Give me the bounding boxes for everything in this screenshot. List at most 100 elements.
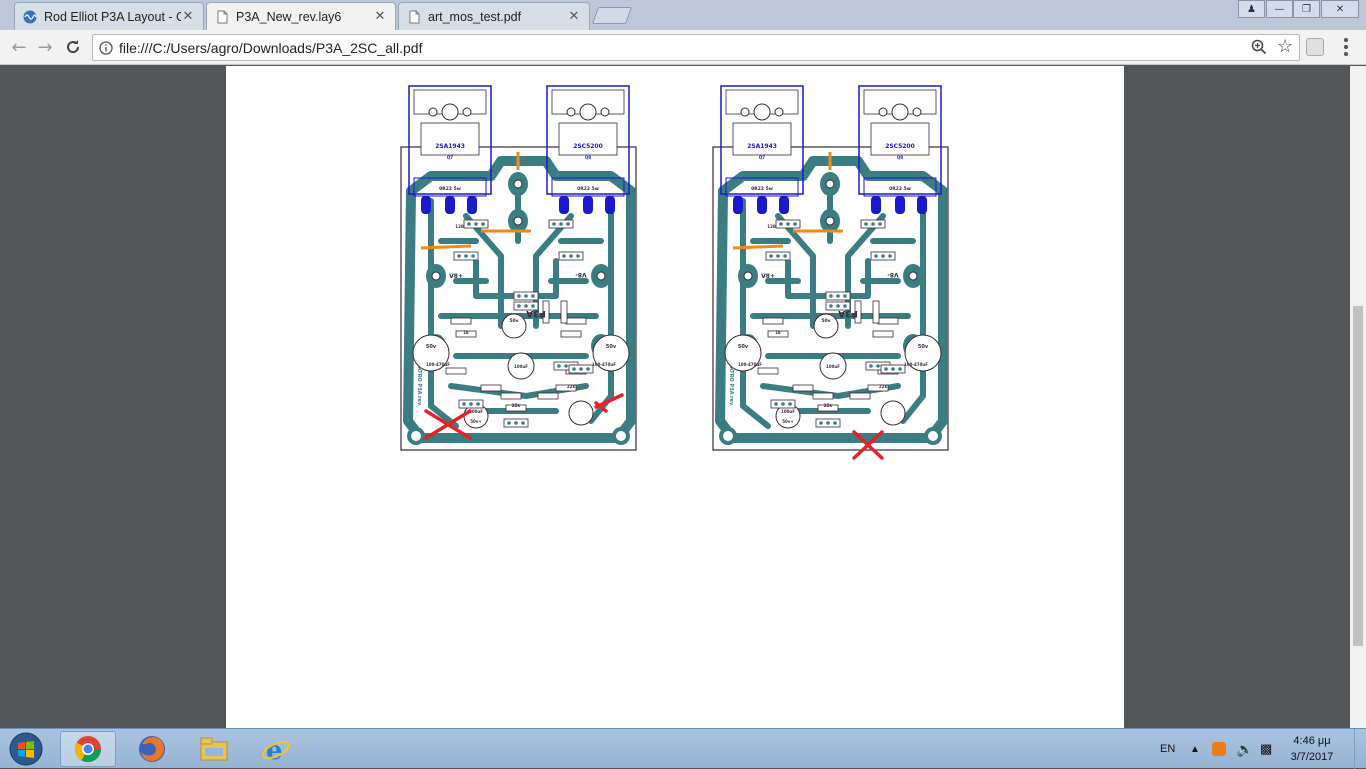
restore-button[interactable]: ❐ [1293, 0, 1320, 18]
tab-strip: Rod Elliot P3A Layout - C ✕ P3A_New_rev.… [0, 0, 1366, 30]
component-pin [586, 367, 590, 371]
document-icon [217, 10, 228, 23]
volume-icon[interactable]: 🔈 [1236, 729, 1253, 769]
close-icon[interactable]: ✕ [373, 9, 387, 24]
component-pin [576, 254, 580, 258]
transistor-hole [428, 107, 438, 117]
info-icon[interactable] [93, 40, 119, 55]
bookmark-star-icon[interactable]: ☆ [1277, 36, 1293, 57]
transistor-hole [774, 107, 784, 117]
start-button[interactable] [0, 731, 52, 767]
component-pin [869, 364, 873, 368]
component-pin [566, 222, 570, 226]
vertical-scrollbar[interactable] [1350, 66, 1366, 728]
capacitor-label: 100uF [826, 364, 840, 369]
close-icon[interactable]: ✕ [181, 9, 195, 24]
capacitor-label: 100-470uF [738, 362, 762, 367]
component-pin [579, 367, 583, 371]
url-text: file:///C:/Users/agro/Downloads/P3A_2SC_… [119, 39, 423, 56]
clock-date: 3/7/2017 [1290, 751, 1334, 763]
transistor-mount-hole [891, 103, 909, 121]
reload-icon[interactable] [62, 36, 84, 58]
resistor [565, 317, 587, 325]
clock-time: 4:46 μμ [1293, 735, 1331, 747]
component-pin [457, 254, 461, 258]
internet-explorer-taskbar-icon[interactable]: e [248, 731, 304, 767]
component-pin [507, 421, 511, 425]
user-icon[interactable]: ♟ [1238, 0, 1265, 18]
capacitor-label: 50v [509, 318, 518, 324]
tab-art-mos-test[interactable]: art_mos_test.pdf ✕ [398, 2, 590, 30]
chrome-taskbar-icon[interactable] [60, 731, 116, 767]
pdf-page: 50v 50v 100-470uF 100-470uF 50v 100uF 100uF 50v… [226, 66, 1124, 728]
capacitor-label: 50v [821, 318, 830, 324]
system-clock[interactable]: 4:46 μμ 3/7/2017 [1276, 733, 1348, 765]
pcb-trace [900, 198, 926, 424]
transistor-hole [740, 107, 750, 117]
pdf-viewer: 50v 50v 100-470uF 100-470uF 50v 100uF 100uF 50v… [0, 66, 1350, 728]
pcb-drill [513, 179, 523, 189]
new-tab-button[interactable] [591, 7, 633, 24]
mounting-hole [928, 431, 938, 441]
component-pin [552, 222, 556, 226]
transistor-body [870, 122, 930, 156]
resistor-label: 0R22 5w [577, 186, 599, 192]
component-pin [898, 367, 902, 371]
component-pin [481, 222, 485, 226]
close-window-button[interactable]: ✕ [1321, 0, 1359, 18]
transistor-hole [566, 107, 576, 117]
voltage-label: V8- [575, 271, 587, 278]
resistor [792, 384, 814, 392]
scrollbar-thumb[interactable] [1353, 306, 1363, 646]
address-bar[interactable]: file:///C:/Users/agro/Downloads/P3A_2SC_… [92, 34, 1300, 61]
jumper-wire [420, 244, 472, 250]
component-pin [829, 304, 833, 308]
mounting-hole [616, 431, 626, 441]
close-icon[interactable]: ✕ [567, 9, 581, 24]
avast-icon[interactable] [1212, 729, 1226, 769]
menu-icon[interactable] [1338, 37, 1354, 57]
component-pin [829, 294, 833, 298]
component-pin [843, 294, 847, 298]
capacitor-label: 50v [606, 344, 617, 350]
resistor-label: 1k [463, 330, 469, 335]
explorer-taskbar-icon[interactable] [186, 731, 242, 767]
pcb-drill [431, 271, 441, 281]
network-icon[interactable]: ▩ [1260, 729, 1272, 769]
component-pin [464, 254, 468, 258]
transistor-lead-pad [583, 196, 593, 214]
pcb-board-right: 50v 50v 100-470uF 100-470uF 50v 100uF 100uF 50v… [712, 85, 949, 451]
resistor-label: 22k [879, 384, 888, 389]
component-pin [874, 254, 878, 258]
back-arrow-icon[interactable]: ← [8, 36, 30, 58]
transistor-body [420, 122, 480, 156]
jumper-wire [732, 244, 784, 250]
minimize-button[interactable]: — [1266, 0, 1293, 18]
capacitor-label: 50v [738, 344, 749, 350]
show-desktop-button[interactable] [1354, 729, 1366, 769]
zoom-icon[interactable] [1251, 39, 1267, 58]
component-pin [826, 421, 830, 425]
transistor-lead-pad [445, 196, 455, 214]
extension-icon[interactable] [1306, 38, 1324, 56]
language-indicator[interactable]: EN [1160, 729, 1175, 769]
component-pin [776, 254, 780, 258]
transistor-lead-pad [467, 196, 477, 214]
component-pin [881, 254, 885, 258]
show-hidden-icons[interactable]: ▲ [1190, 729, 1200, 769]
component-pin [769, 254, 773, 258]
tab-rod-elliot[interactable]: Rod Elliot P3A Layout - C ✕ [14, 2, 204, 30]
component-pin [884, 367, 888, 371]
forward-arrow-icon[interactable]: → [34, 36, 56, 58]
pcb-drill [908, 271, 918, 281]
resistor [757, 367, 779, 375]
transistor-body [558, 122, 618, 156]
tab-p3a-new-rev[interactable]: P3A_New_rev.lay6 ✕ [206, 2, 396, 30]
pcb-board-left: 50v 50v100-470uF 100-470uF50v100uF100uF50v… [400, 85, 637, 451]
transistor-lead-pad [421, 196, 431, 214]
component-pin [864, 222, 868, 226]
component-pin [569, 254, 573, 258]
component-pin [786, 222, 790, 226]
firefox-taskbar-icon[interactable] [124, 731, 180, 767]
component-pin [531, 304, 535, 308]
